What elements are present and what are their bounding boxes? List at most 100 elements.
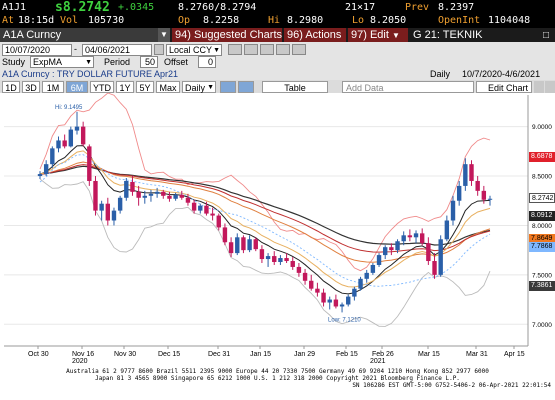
x-tick-label: Oct 30 — [28, 351, 49, 358]
range-button-ytd[interactable]: YTD — [90, 81, 114, 93]
candle-body — [389, 247, 394, 251]
zoom-in-icon[interactable] — [545, 81, 555, 93]
volume-value: 105730 — [88, 15, 125, 26]
high-label: Hi — [268, 15, 281, 26]
candle-body — [364, 272, 369, 279]
offset-field[interactable]: 0 — [198, 56, 216, 68]
range-button-3d[interactable]: 3D — [22, 81, 40, 93]
candle-body — [167, 195, 172, 199]
candle-body — [426, 243, 431, 262]
time-value: 18:15d — [18, 15, 55, 26]
candle-body — [74, 126, 80, 131]
price-label: 8.2742 — [529, 193, 555, 204]
candle-body — [62, 140, 67, 147]
candle-body — [438, 239, 443, 275]
line-tool-icon[interactable] — [244, 44, 258, 55]
range-button-max[interactable]: Max — [156, 81, 180, 93]
candle-body — [154, 191, 160, 194]
y-tick-label: 8.5000 — [532, 174, 552, 181]
y-tick-label: 7.0000 — [532, 322, 552, 329]
x-tick-label: Mar 15 — [418, 351, 440, 358]
candle-body — [216, 215, 221, 228]
y-tick-label: 8.0000 — [532, 223, 552, 230]
x-tick-label: Feb 26 — [372, 351, 394, 358]
candle-body — [407, 235, 413, 238]
range-button-5y[interactable]: 5Y — [136, 81, 154, 93]
candle-body — [241, 237, 246, 251]
candle-body — [191, 202, 197, 211]
open-label: Op — [178, 15, 191, 26]
zoom-icon[interactable] — [260, 44, 274, 55]
candle-body — [148, 193, 154, 196]
candle-body — [204, 205, 209, 214]
candle-body — [358, 278, 363, 289]
bid-ask: 8.2760/8.2794 — [178, 2, 257, 13]
candle-body — [117, 197, 123, 211]
candle-body — [450, 200, 456, 221]
period-label: Period — [104, 57, 131, 67]
edit-tab[interactable]: 97) Edit ▼ — [348, 28, 408, 42]
range-button-1d[interactable]: 1D — [2, 81, 20, 93]
candle-body — [352, 288, 357, 297]
candle-body — [111, 210, 117, 221]
candle-body — [401, 235, 406, 242]
annotation-icon[interactable] — [292, 44, 306, 55]
study-label: Study — [2, 57, 26, 67]
start-date-field[interactable]: 10/07/2020 — [2, 44, 72, 56]
price-label: 7.3861 — [529, 281, 555, 292]
candle-body — [222, 227, 228, 243]
x-tick-label: Apr 15 — [504, 351, 525, 358]
period-field[interactable]: 50 — [140, 56, 158, 68]
candle-body — [315, 288, 320, 293]
candle-body — [302, 272, 308, 281]
candle-body — [99, 203, 104, 211]
calendar-icon[interactable] — [154, 44, 164, 55]
year-label-2020: 2020 — [72, 358, 88, 365]
frequency-select[interactable]: Daily ▼ — [182, 81, 216, 93]
y-tick-label: 9.0000 — [532, 124, 552, 131]
study-select[interactable]: ExpMA ▼ — [30, 56, 94, 68]
security-title: A1A Curncy : TRY DOLLAR FUTURE Apr21 — [2, 69, 179, 79]
range-button-1m[interactable]: 1M — [42, 81, 64, 93]
candle-body — [413, 233, 419, 238]
chart-icon[interactable] — [228, 44, 242, 55]
currency-select[interactable]: Local CCY ▼ — [166, 44, 222, 56]
maximize-icon[interactable]: □ — [543, 30, 549, 41]
end-date-field[interactable]: 04/06/2021 — [82, 44, 152, 56]
candle-body — [339, 304, 345, 307]
candle-body — [265, 256, 271, 260]
open-interest-label: OpenInt — [438, 15, 481, 26]
x-tick-label: Jan 29 — [294, 351, 316, 358]
security-tab[interactable]: A1A Curncy ▼ — [0, 28, 170, 42]
edit-chart-button[interactable]: Edit Chart — [476, 81, 532, 93]
cursor-icon[interactable] — [534, 81, 544, 93]
price-chart[interactable]: Hi: 9.1495 Low: 7.1210 9.0000 8.5000 8.0000 7… — [0, 93, 555, 368]
bid-ask-size: 21×17 — [345, 2, 376, 13]
candle-body — [173, 194, 178, 199]
candle-body — [278, 258, 283, 263]
chart-type-button[interactable] — [220, 81, 236, 93]
chevron-down-icon: ▼ — [391, 31, 400, 40]
add-data-field[interactable]: Add Data — [342, 81, 474, 93]
candle-body — [463, 164, 468, 186]
suggested-charts-tab[interactable]: 94) Suggested Charts — [172, 28, 282, 42]
table-button[interactable]: Table — [262, 81, 328, 93]
chart-style-button[interactable] — [238, 81, 254, 93]
candle-body — [333, 299, 339, 307]
chevron-down-icon: ▼ — [85, 59, 92, 66]
dropdown-arrow-icon[interactable]: ▼ — [158, 28, 170, 42]
actions-tab[interactable]: 96) Actions ▼ — [284, 28, 346, 54]
candle-body — [130, 181, 135, 192]
range-button-6m[interactable]: 6M — [66, 81, 88, 93]
prev-value: 8.2397 — [438, 2, 475, 13]
candle-body — [370, 264, 376, 273]
date-separator: - — [74, 44, 77, 54]
low-label: Lo — [352, 15, 365, 26]
candle-body — [198, 205, 203, 211]
grid-icon[interactable] — [276, 44, 290, 55]
frequency-value: Daily — [185, 83, 206, 93]
candle-body — [136, 191, 141, 198]
high-value: 8.2980 — [287, 15, 324, 26]
currency-value: Local CCY — [169, 45, 213, 55]
range-button-1y[interactable]: 1Y — [116, 81, 134, 93]
